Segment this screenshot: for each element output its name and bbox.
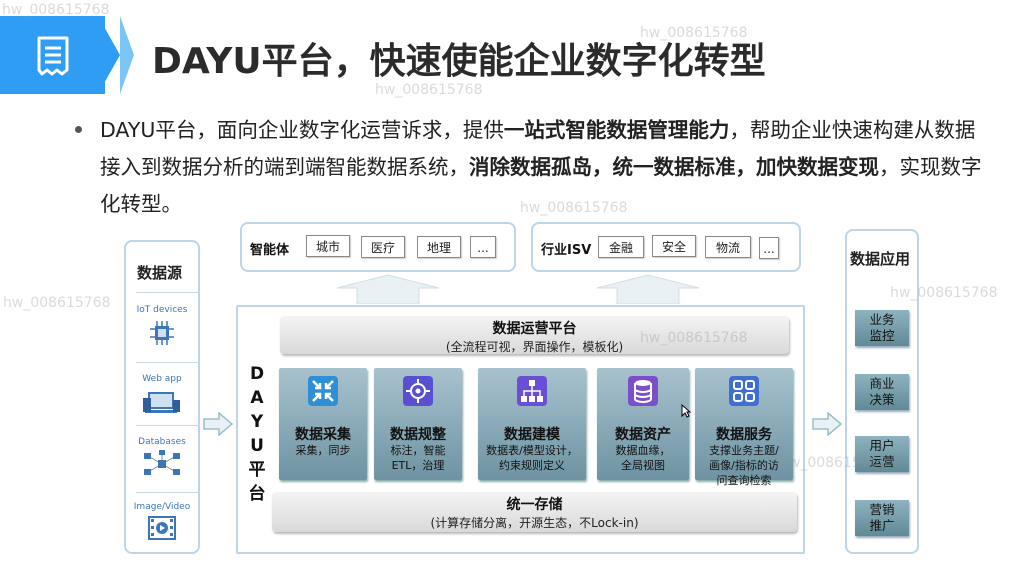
agent-label: 智能体: [250, 243, 290, 258]
vertical-char: D: [249, 364, 265, 384]
document-icon: [37, 36, 69, 76]
app-item: 业务 监控: [855, 310, 909, 346]
vertical-char: Y: [250, 412, 264, 432]
vertical-char: A: [250, 388, 264, 408]
source-iot: IoT devices: [124, 305, 200, 351]
isv-chip: 安全: [652, 235, 696, 257]
intro-text: DAYU平台，面向企业数字化运营诉求，提供: [100, 118, 504, 142]
arrow-up-icon: [596, 274, 700, 304]
storage-title: 统一存储: [506, 497, 563, 513]
source-webapp: Web app: [124, 374, 200, 421]
module-normalize: 数据规整 标注，智能 ETL，治理: [374, 368, 462, 480]
database-icon: [628, 376, 658, 406]
storage-subtitle: (计算存储分离，开源生态，不Lock-in): [430, 516, 639, 530]
module-service: 数据服务 支撑业务主题/ 画像/指标的访 问查询检索: [695, 368, 793, 487]
module-collect: 数据采集 采集，同步: [279, 368, 367, 480]
intro-emphasis: 一站式智能数据管理能力: [503, 118, 730, 142]
divider: [136, 292, 200, 293]
arrow-right-icon: [203, 412, 233, 436]
watermark: hw_008615768: [3, 295, 111, 311]
source-label: IoT devices: [136, 305, 188, 315]
agent-chip: 地理: [417, 236, 461, 258]
source-image-video: Image/Video: [124, 502, 200, 544]
module-desc: 数据表/模型设计， 约束规则定义: [486, 444, 578, 472]
banner-chevron-light: [120, 16, 134, 94]
app-item: 营销 推广: [855, 500, 909, 536]
module-title: 数据采集: [295, 427, 351, 443]
chip-icon: [150, 321, 174, 345]
isv-chip: 物流: [705, 236, 751, 258]
vertical-char: U: [250, 436, 264, 456]
source-databases: Databases: [124, 437, 200, 481]
divider: [136, 425, 200, 426]
module-modeling: 数据建模 数据表/模型设计， 约束规则定义: [478, 368, 586, 480]
network-icon: [144, 450, 180, 475]
data-ops-bar: 数据运营平台 (全流程可视，界面操作，模板化): [280, 316, 789, 354]
isv-label: 行业ISV: [541, 243, 592, 258]
arrow-up-icon: [336, 274, 440, 304]
intro-paragraph: DAYU平台，面向企业数字化运营诉求，提供一站式智能数据管理能力，帮助企业快速构…: [100, 112, 995, 223]
bullet-icon: [75, 126, 82, 133]
grid-icon: [729, 376, 759, 406]
data-ops-subtitle: (全流程可视，界面操作，模板化): [445, 340, 624, 354]
data-ops-title: 数据运营平台: [492, 321, 577, 337]
vertical-char: 平: [248, 460, 266, 480]
agent-chip-more: ...: [470, 236, 496, 258]
agent-chip: 医疗: [361, 236, 405, 258]
collect-icon: [308, 376, 338, 406]
module-desc: 采集，同步: [295, 444, 351, 457]
app-item: 商业 决策: [855, 374, 909, 410]
divider: [136, 492, 200, 493]
module-desc: 数据血缘， 全局视图: [615, 444, 671, 472]
app-item: 用户 运营: [855, 436, 909, 472]
video-icon: [148, 516, 176, 540]
module-desc: 支撑业务主题/ 画像/指标的访 问查询检索: [709, 444, 779, 487]
agent-chip: 城市: [306, 235, 350, 257]
module-title: 数据服务: [716, 427, 772, 443]
module-title: 数据建模: [504, 427, 560, 443]
arrow-right-icon: [812, 412, 842, 436]
hierarchy-icon: [517, 376, 547, 406]
data-app-title: 数据应用: [850, 250, 911, 268]
module-title: 数据规整: [390, 427, 446, 443]
isv-chip: 金融: [598, 236, 644, 258]
divider: [136, 362, 200, 363]
source-label: Databases: [138, 437, 186, 447]
module-desc: 标注，智能 ETL，治理: [390, 444, 446, 472]
watermark: hw_008615768: [375, 82, 483, 98]
gear-brain-icon: [403, 376, 433, 406]
dayu-vertical-label: D A Y U 平 台: [246, 362, 268, 506]
module-title: 数据资产: [615, 427, 671, 443]
isv-chip-more: ...: [759, 237, 779, 259]
source-label: Image/Video: [133, 502, 191, 512]
devices-icon: [143, 392, 180, 413]
vertical-char: 台: [248, 484, 266, 504]
unified-storage-bar: 统一存储 (计算存储分离，开源生态，不Lock-in): [272, 492, 797, 532]
mouse-cursor-icon: [681, 404, 691, 418]
page-title: DAYU平台，快速使能企业数字化转型: [152, 41, 766, 82]
module-assets: 数据资产 数据血缘， 全局视图: [597, 368, 689, 480]
data-source-title: 数据源: [137, 264, 183, 282]
intro-emphasis: 消除数据孤岛，统一数据标准，加快数据变现: [469, 155, 879, 179]
banner-chevron: [98, 16, 120, 94]
source-label: Web app: [142, 374, 182, 384]
